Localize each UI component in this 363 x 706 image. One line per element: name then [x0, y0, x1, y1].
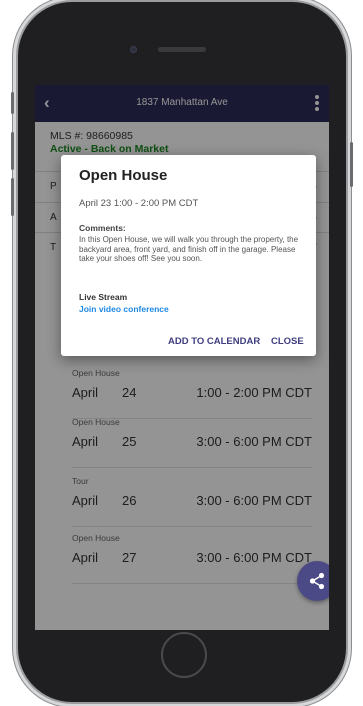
front-camera: [130, 46, 137, 53]
power-button: [350, 142, 353, 187]
volume-up-button: [11, 132, 14, 170]
share-icon: [309, 572, 325, 590]
earpiece-speaker: [158, 47, 206, 52]
volume-down-button: [11, 178, 14, 216]
dialog-title: Open House: [79, 167, 168, 184]
close-button[interactable]: CLOSE: [271, 336, 304, 347]
home-button[interactable]: [161, 632, 207, 678]
dialog-date: April 23 1:00 - 2:00 PM CDT: [79, 198, 199, 209]
mute-switch: [11, 92, 14, 114]
add-to-calendar-button[interactable]: ADD TO CALENDAR: [168, 336, 260, 347]
join-video-link[interactable]: Join video conference: [79, 304, 169, 314]
share-button[interactable]: [297, 561, 329, 601]
comments-heading: Comments:: [79, 223, 126, 233]
open-house-dialog: Open House April 23 1:00 - 2:00 PM CDT C…: [61, 155, 316, 356]
comments-text: In this Open House, we will walk you thr…: [79, 235, 299, 263]
live-stream-heading: Live Stream: [79, 292, 128, 302]
